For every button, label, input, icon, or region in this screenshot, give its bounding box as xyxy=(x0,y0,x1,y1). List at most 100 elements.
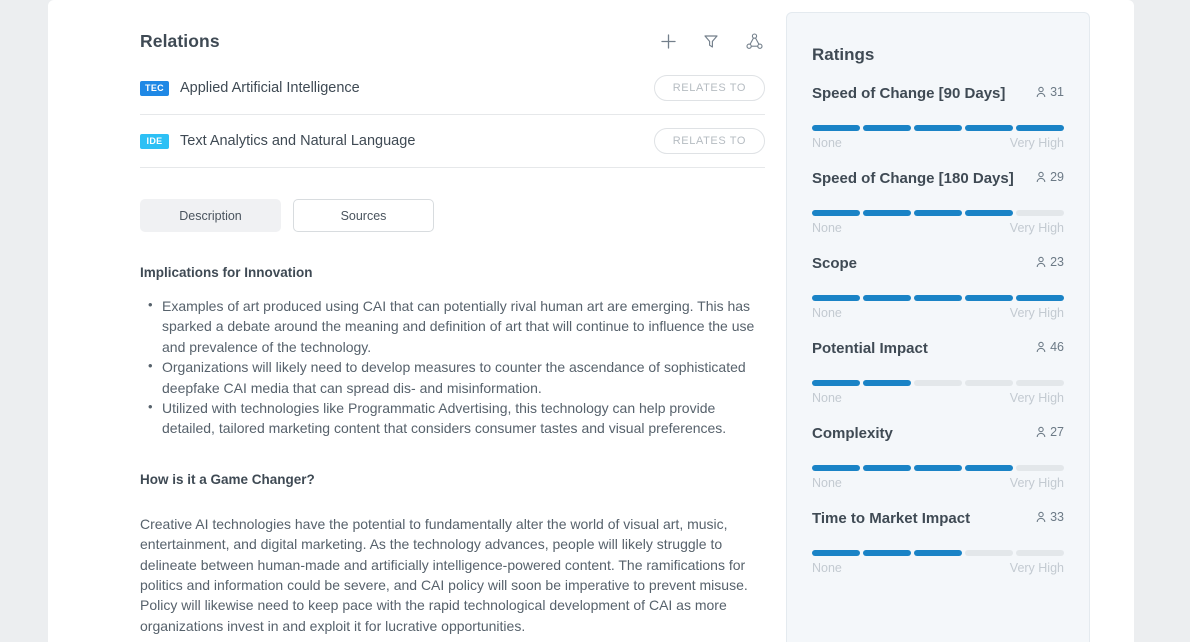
rating-block: Scope 23 None Very High xyxy=(812,255,1064,320)
rating-segment[interactable] xyxy=(1016,550,1064,556)
rating-segment[interactable] xyxy=(863,550,911,556)
rating-scale-max: Very High xyxy=(1009,306,1064,320)
rating-segment[interactable] xyxy=(1016,210,1064,216)
rating-vote-count: 31 xyxy=(1029,85,1064,99)
rating-segment[interactable] xyxy=(812,380,860,386)
rating-segment[interactable] xyxy=(812,210,860,216)
relation-name[interactable]: Text Analytics and Natural Language xyxy=(180,133,654,149)
rating-segment-bar[interactable] xyxy=(812,550,1064,556)
tab-description[interactable]: Description xyxy=(140,199,281,232)
rating-scale: None Very High xyxy=(812,306,1064,320)
game-changer-heading: How is it a Game Changer? xyxy=(140,471,315,487)
rating-block: Speed of Change [90 Days] 31 None Very High xyxy=(812,85,1064,150)
rating-segment[interactable] xyxy=(863,465,911,471)
rating-scale-max: Very High xyxy=(1009,136,1064,150)
relation-row[interactable]: IDE Text Analytics and Natural Language … xyxy=(140,115,765,168)
rating-segment[interactable] xyxy=(914,210,962,216)
rating-segment[interactable] xyxy=(863,125,911,131)
rating-segment-bar[interactable] xyxy=(812,295,1064,301)
rating-scale-max: Very High xyxy=(1009,391,1064,405)
rating-segment[interactable] xyxy=(1016,465,1064,471)
rating-vote-count: 33 xyxy=(1029,510,1064,524)
rating-segment[interactable] xyxy=(965,380,1013,386)
rating-segment[interactable] xyxy=(965,295,1013,301)
rating-segment[interactable] xyxy=(1016,380,1064,386)
relation-kind-pill[interactable]: RELATES TO xyxy=(653,128,765,154)
rating-segment-bar[interactable] xyxy=(812,210,1064,216)
rating-segment[interactable] xyxy=(914,295,962,301)
rating-vote-count: 23 xyxy=(1029,255,1064,269)
content-tabs: Description Sources xyxy=(140,199,765,232)
rating-header: Time to Market Impact 33 xyxy=(812,510,1064,527)
rating-scale: None Very High xyxy=(812,476,1064,490)
person-icon xyxy=(1035,86,1047,98)
rating-scale-min: None xyxy=(812,221,842,235)
ratings-title: Ratings xyxy=(812,45,875,64)
rating-scale-max: Very High xyxy=(1009,476,1064,490)
plus-icon[interactable] xyxy=(658,31,678,51)
rating-scale-max: Very High xyxy=(1009,221,1064,235)
rating-segment[interactable] xyxy=(914,380,962,386)
rating-label: Speed of Change [180 Days] xyxy=(812,170,1014,187)
relations-header: Relations xyxy=(140,0,765,62)
rating-segment[interactable] xyxy=(812,465,860,471)
rating-segment[interactable] xyxy=(812,550,860,556)
rating-segment[interactable] xyxy=(914,125,962,131)
game-changer-paragraph: Creative AI technologies have the potent… xyxy=(140,515,748,634)
ratings-panel: Ratings Speed of Change [90 Days] 31 None V… xyxy=(786,12,1090,642)
rating-header: Scope 23 xyxy=(812,255,1064,272)
rating-segment[interactable] xyxy=(965,210,1013,216)
rating-count-value: 29 xyxy=(1050,170,1064,184)
network-graph-icon[interactable] xyxy=(744,31,764,51)
rating-count-value: 46 xyxy=(1050,340,1064,354)
rating-vote-count: 46 xyxy=(1029,340,1064,354)
filter-icon[interactable] xyxy=(701,31,721,51)
relation-type-badge: IDE xyxy=(140,133,169,149)
rating-scale-max: Very High xyxy=(1009,561,1064,575)
person-icon xyxy=(1035,256,1047,268)
rating-block: Speed of Change [180 Days] 29 None Very Hig… xyxy=(812,170,1064,235)
rating-vote-count: 29 xyxy=(1029,170,1064,184)
rating-count-value: 27 xyxy=(1050,425,1064,439)
rating-scale-min: None xyxy=(812,476,842,490)
relation-kind-pill[interactable]: RELATES TO xyxy=(653,75,765,101)
rating-segment[interactable] xyxy=(914,550,962,556)
rating-scale-min: None xyxy=(812,306,842,320)
relations-title: Relations xyxy=(140,30,220,51)
rating-segment[interactable] xyxy=(1016,295,1064,301)
rating-block: Time to Market Impact 33 None Very High xyxy=(812,510,1064,575)
person-icon xyxy=(1035,171,1047,183)
rating-header: Speed of Change [90 Days] 31 xyxy=(812,85,1064,102)
rating-scale: None Very High xyxy=(812,561,1064,575)
rating-vote-count: 27 xyxy=(1029,425,1064,439)
tab-sources[interactable]: Sources xyxy=(293,199,434,232)
person-icon xyxy=(1035,426,1047,438)
rating-scale-min: None xyxy=(812,136,842,150)
rating-segment[interactable] xyxy=(914,465,962,471)
relation-row[interactable]: TEC Applied Artificial Intelligence RELA… xyxy=(140,62,765,115)
rating-segment[interactable] xyxy=(863,380,911,386)
rating-segment[interactable] xyxy=(965,550,1013,556)
list-item: Examples of art produced using CAI that … xyxy=(140,295,765,357)
rating-segment[interactable] xyxy=(863,295,911,301)
relations-actions xyxy=(658,31,765,51)
rating-header: Complexity 27 xyxy=(812,425,1064,442)
rating-label: Scope xyxy=(812,255,858,272)
rating-label: Potential Impact xyxy=(812,340,928,357)
rating-segment[interactable] xyxy=(812,295,860,301)
rating-segment-bar[interactable] xyxy=(812,125,1064,131)
content-column: Relations TEC Applied Artificial Intelli… xyxy=(140,0,765,636)
rating-segment[interactable] xyxy=(863,210,911,216)
rating-count-value: 33 xyxy=(1050,510,1064,524)
relation-name[interactable]: Applied Artificial Intelligence xyxy=(180,80,654,96)
rating-segment-bar[interactable] xyxy=(812,380,1064,386)
rating-label: Time to Market Impact xyxy=(812,510,971,527)
rating-segment[interactable] xyxy=(1016,125,1064,131)
rating-segment[interactable] xyxy=(965,465,1013,471)
relation-type-badge: TEC xyxy=(140,80,169,96)
rating-segment-bar[interactable] xyxy=(812,465,1064,471)
rating-scale-min: None xyxy=(812,561,842,575)
rating-scale: None Very High xyxy=(812,136,1064,150)
rating-segment[interactable] xyxy=(812,125,860,131)
rating-segment[interactable] xyxy=(965,125,1013,131)
